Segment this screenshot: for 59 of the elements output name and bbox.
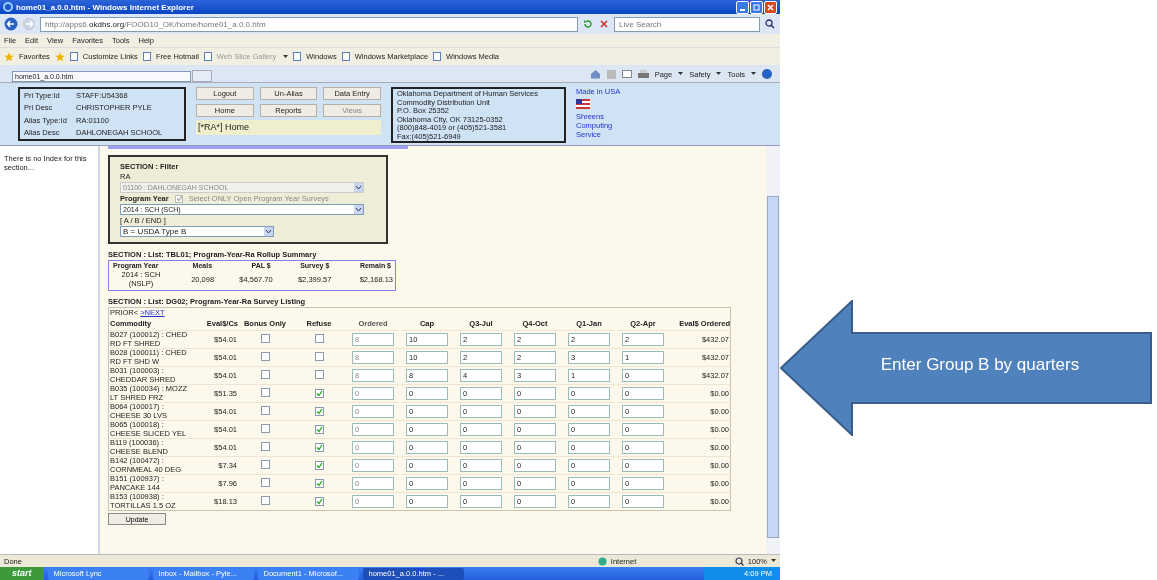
page-icon	[69, 52, 78, 61]
print-icon[interactable]	[637, 69, 649, 79]
globe-icon	[597, 556, 607, 566]
bonus-only-checkbox[interactable]	[260, 388, 270, 397]
start-button[interactable]: start	[0, 567, 44, 580]
refuse-checkbox[interactable]	[314, 406, 324, 416]
search-icon[interactable]	[764, 18, 776, 30]
bonus-only-checkbox[interactable]	[260, 478, 270, 487]
page-breadcrumb: [*RA*] Home	[196, 120, 381, 135]
refuse-checkbox[interactable]	[314, 424, 324, 434]
type-dropdown[interactable]: B = USDA Type B	[120, 226, 274, 237]
refresh-icon[interactable]	[582, 18, 594, 30]
refuse-checkbox[interactable]	[314, 334, 324, 343]
maximize-icon	[753, 3, 760, 11]
page-icon	[203, 52, 212, 61]
maximize-button[interactable]	[750, 0, 763, 14]
refuse-checkbox[interactable]	[314, 352, 324, 361]
bonus-only-checkbox[interactable]	[260, 460, 270, 469]
caret-icon[interactable]	[354, 205, 363, 214]
minimize-button[interactable]	[736, 0, 749, 14]
caret-icon[interactable]	[716, 72, 722, 76]
bonus-only-checkbox[interactable]	[260, 352, 270, 361]
close-icon	[767, 3, 774, 11]
caret-icon[interactable]	[751, 72, 756, 76]
bonus-only-checkbox[interactable]	[260, 370, 270, 379]
browser-logo-icon	[3, 2, 13, 12]
callout-text: Enter Group B by quarters	[879, 355, 1081, 375]
stop-icon[interactable]	[598, 18, 610, 30]
refuse-checkbox[interactable]	[314, 442, 324, 452]
refuse-checkbox[interactable]	[314, 496, 324, 506]
caret-icon[interactable]	[678, 72, 684, 76]
address-field[interactable]: http://apps6.okdhs.org/FOOD10_OK/home/home01_a.0.0.htm	[40, 16, 578, 32]
home-icon[interactable]	[589, 69, 601, 79]
new-tab-button[interactable]	[192, 70, 212, 82]
bonus-only-checkbox[interactable]	[260, 442, 270, 451]
bonus-only-checkbox[interactable]	[260, 496, 270, 505]
search-field[interactable]: Live Search	[614, 16, 760, 32]
flag-icon	[576, 99, 590, 109]
page-icon	[293, 52, 302, 61]
bonus-only-checkbox[interactable]	[260, 406, 270, 415]
add-favorite-icon[interactable]	[54, 51, 65, 62]
star-icon	[4, 51, 14, 62]
page-icon	[433, 52, 442, 61]
vertical-scrollbar[interactable]	[766, 146, 780, 554]
zoom-icon	[734, 556, 744, 566]
caret-icon[interactable]	[264, 227, 273, 236]
window-title: home01_a.0.0.htm - Windows Internet Explorer	[16, 2, 195, 12]
page-icon	[341, 52, 350, 61]
refuse-checkbox[interactable]	[314, 388, 324, 398]
close-button[interactable]	[764, 0, 777, 14]
mail-icon[interactable]	[621, 70, 632, 78]
bonus-only-checkbox[interactable]	[260, 424, 270, 433]
page-icon	[142, 52, 151, 61]
bonus-only-checkbox[interactable]	[260, 334, 270, 343]
refuse-checkbox[interactable]	[314, 478, 324, 488]
back-icon[interactable]	[4, 17, 18, 31]
caret-icon[interactable]	[771, 559, 776, 563]
refuse-checkbox[interactable]	[314, 370, 324, 379]
refuse-checkbox[interactable]	[314, 460, 324, 470]
